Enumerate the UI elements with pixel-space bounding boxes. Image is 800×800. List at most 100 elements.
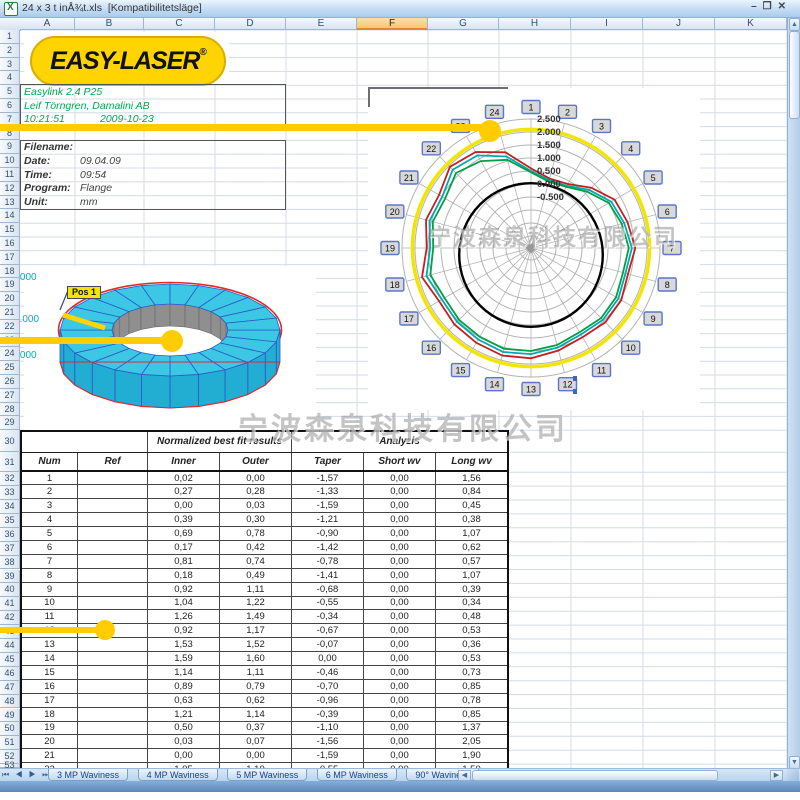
close-icon[interactable]: ✕ bbox=[778, 1, 792, 12]
table-cell[interactable]: 1,37 bbox=[436, 721, 509, 735]
table-cell[interactable]: 0,00 bbox=[364, 527, 436, 541]
table-cell[interactable] bbox=[78, 513, 148, 527]
table-cell[interactable]: 0,27 bbox=[148, 485, 220, 499]
column-header-A[interactable]: A bbox=[20, 17, 75, 30]
row-header-16[interactable]: 16 bbox=[0, 237, 20, 251]
row-header-2[interactable]: 2 bbox=[0, 44, 20, 58]
table-cell[interactable]: 0,78 bbox=[220, 527, 292, 541]
row-header-29[interactable]: 29 bbox=[0, 416, 20, 430]
table-cell[interactable] bbox=[78, 499, 148, 513]
file-info-value[interactable]: mm bbox=[80, 196, 98, 208]
table-cell[interactable]: 0,73 bbox=[436, 665, 509, 679]
row-header-18[interactable]: 18 bbox=[0, 265, 20, 279]
row-header-51[interactable]: 51 bbox=[0, 736, 20, 750]
table-cell[interactable]: 0,53 bbox=[436, 624, 509, 638]
table-cell[interactable]: 0,53 bbox=[436, 652, 509, 666]
table-cell[interactable]: 16 bbox=[21, 679, 78, 693]
row-header-5[interactable]: 5 bbox=[0, 85, 20, 99]
table-cell[interactable] bbox=[78, 721, 148, 735]
table-cell[interactable]: 0,00 bbox=[364, 707, 436, 721]
row-header-10[interactable]: 10 bbox=[0, 154, 20, 168]
table-cell[interactable]: 1,53 bbox=[148, 638, 220, 652]
table-cell[interactable]: 2 bbox=[21, 485, 78, 499]
table-cell[interactable]: 1,11 bbox=[220, 665, 292, 679]
column-header-D[interactable]: D bbox=[215, 17, 286, 30]
table-cell[interactable]: 13 bbox=[21, 638, 78, 652]
row-header-17[interactable]: 17 bbox=[0, 251, 20, 265]
table-cell[interactable]: -0,67 bbox=[292, 624, 364, 638]
table-cell[interactable] bbox=[78, 554, 148, 568]
info-author[interactable]: Leif Törngren, Damalini AB bbox=[24, 100, 150, 112]
table-cell[interactable]: 0,00 bbox=[364, 485, 436, 499]
table-cell[interactable]: 1,14 bbox=[148, 665, 220, 679]
row-header-13[interactable]: 13 bbox=[0, 196, 20, 210]
table-cell[interactable]: 0,39 bbox=[436, 582, 509, 596]
table-cell[interactable]: 0,89 bbox=[148, 679, 220, 693]
table-cell[interactable]: 0,49 bbox=[220, 568, 292, 582]
table-cell[interactable]: 0,34 bbox=[436, 596, 509, 610]
table-cell[interactable]: 0,00 bbox=[364, 721, 436, 735]
table-cell[interactable]: 1 bbox=[21, 471, 78, 485]
table-cell[interactable]: 1,04 bbox=[148, 596, 220, 610]
row-header-38[interactable]: 38 bbox=[0, 556, 20, 570]
table-cell[interactable]: 1,49 bbox=[220, 610, 292, 624]
table-cell[interactable]: 0,17 bbox=[148, 540, 220, 554]
table-cell[interactable]: 0,85 bbox=[436, 679, 509, 693]
table-cell[interactable] bbox=[78, 596, 148, 610]
row-header-44[interactable]: 44 bbox=[0, 639, 20, 653]
table-cell[interactable]: -1,56 bbox=[292, 735, 364, 749]
table-cell[interactable]: 0,00 bbox=[364, 665, 436, 679]
restore-icon[interactable]: ❐ bbox=[763, 1, 778, 12]
row-header-26[interactable]: 26 bbox=[0, 375, 20, 389]
column-header-B[interactable]: B bbox=[75, 17, 144, 30]
table-cell[interactable]: -0,96 bbox=[292, 693, 364, 707]
table-cell[interactable]: 0,84 bbox=[436, 485, 509, 499]
table-cell[interactable]: -0,46 bbox=[292, 665, 364, 679]
table-cell[interactable]: 15 bbox=[21, 665, 78, 679]
table-cell[interactable]: 0,00 bbox=[148, 749, 220, 763]
table-cell[interactable]: 17 bbox=[21, 693, 78, 707]
table-cell[interactable] bbox=[78, 582, 148, 596]
table-cell[interactable]: 0,39 bbox=[148, 513, 220, 527]
row-header-50[interactable]: 50 bbox=[0, 722, 20, 736]
table-cell[interactable]: 1,56 bbox=[436, 471, 509, 485]
table-cell[interactable]: 0,85 bbox=[436, 707, 509, 721]
table-cell[interactable]: 1,21 bbox=[148, 707, 220, 721]
file-info-value[interactable]: 09.04.09 bbox=[80, 155, 121, 167]
table-cell[interactable] bbox=[78, 735, 148, 749]
table-cell[interactable]: 0,79 bbox=[220, 679, 292, 693]
table-cell[interactable]: 2,05 bbox=[436, 735, 509, 749]
table-cell[interactable]: 0,48 bbox=[436, 610, 509, 624]
row-header-34[interactable]: 34 bbox=[0, 500, 20, 514]
table-cell[interactable]: -1,57 bbox=[292, 471, 364, 485]
table-cell[interactable]: -1,21 bbox=[292, 513, 364, 527]
table-cell[interactable]: -0,39 bbox=[292, 707, 364, 721]
column-header-E[interactable]: E bbox=[286, 17, 357, 30]
table-cell[interactable]: 18 bbox=[21, 707, 78, 721]
column-header-K[interactable]: K bbox=[715, 17, 787, 30]
table-cell[interactable] bbox=[78, 665, 148, 679]
table-cell[interactable]: 0,92 bbox=[148, 582, 220, 596]
vertical-scrollbar[interactable]: ▲ ▼ bbox=[787, 17, 800, 781]
table-cell[interactable]: 0,78 bbox=[436, 693, 509, 707]
table-cell[interactable]: -0,55 bbox=[292, 596, 364, 610]
table-cell[interactable]: 0,03 bbox=[220, 499, 292, 513]
table-cell[interactable]: 0,30 bbox=[220, 513, 292, 527]
table-cell[interactable]: 0,02 bbox=[148, 471, 220, 485]
row-header-4[interactable]: 4 bbox=[0, 71, 20, 85]
table-cell[interactable]: 4 bbox=[21, 513, 78, 527]
minimize-icon[interactable]: – bbox=[751, 1, 763, 12]
table-cell[interactable] bbox=[78, 652, 148, 666]
hscroll-right-icon[interactable]: ▶ bbox=[770, 770, 783, 781]
hscroll-left-icon[interactable]: ◀ bbox=[458, 770, 471, 781]
row-header-9[interactable]: 9 bbox=[0, 140, 20, 154]
column-header-H[interactable]: H bbox=[499, 17, 571, 30]
table-cell[interactable] bbox=[78, 679, 148, 693]
table-cell[interactable]: 0,37 bbox=[220, 721, 292, 735]
table-cell[interactable]: -0,68 bbox=[292, 582, 364, 596]
table-cell[interactable]: 0,00 bbox=[364, 471, 436, 485]
resize-grip[interactable] bbox=[787, 769, 799, 781]
table-cell[interactable] bbox=[78, 707, 148, 721]
row-header-33[interactable]: 33 bbox=[0, 486, 20, 500]
row-header-11[interactable]: 11 bbox=[0, 168, 20, 182]
